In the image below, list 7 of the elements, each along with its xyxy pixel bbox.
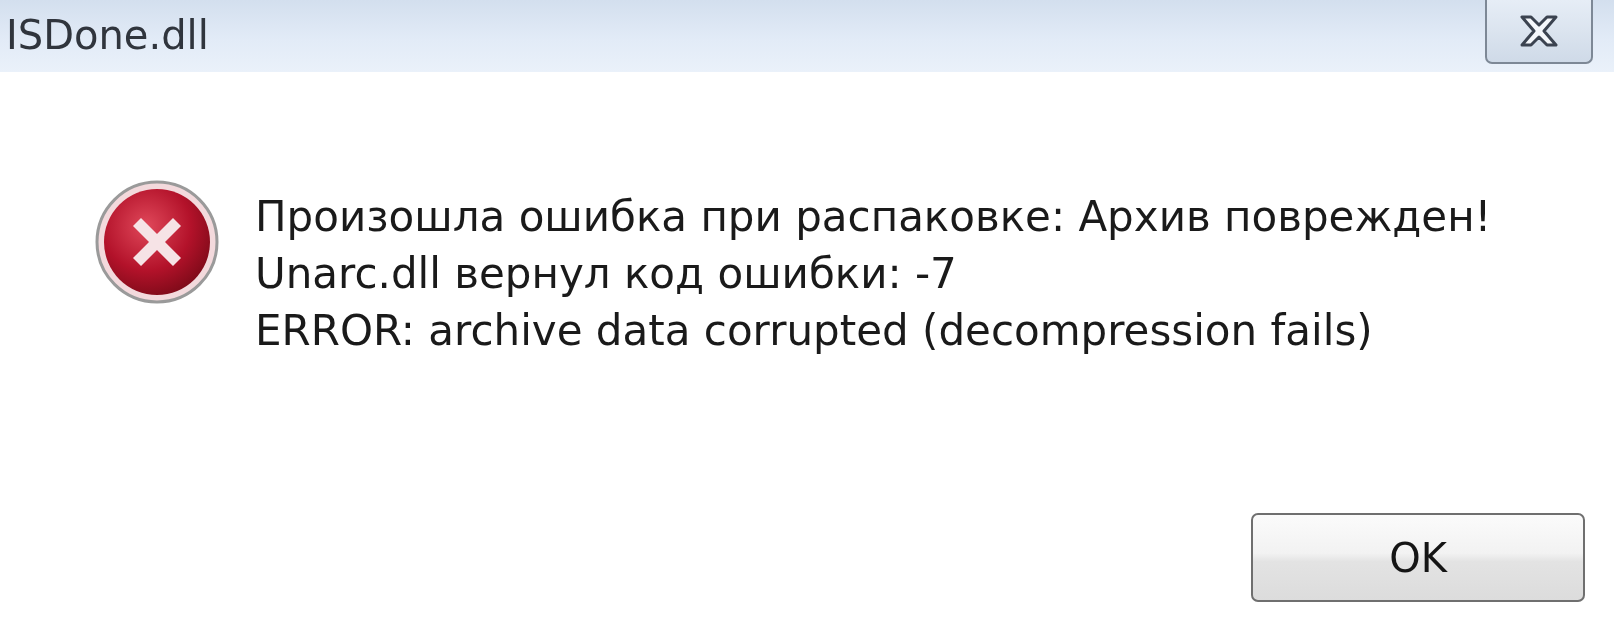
ok-button[interactable]: OK: [1251, 513, 1585, 602]
window-title: ISDone.dll: [6, 12, 209, 58]
message-text: ERROR: archive data corrupted (decompression fails): [255, 305, 1374, 357]
message-text: Unarc.dll вернул код ошибки: -7: [255, 248, 958, 300]
close-button[interactable]: [1485, 0, 1593, 64]
message-text: Произошла ошибка при распаковке: Архив поврежден!: [255, 191, 1492, 243]
error-icon: [95, 180, 219, 304]
